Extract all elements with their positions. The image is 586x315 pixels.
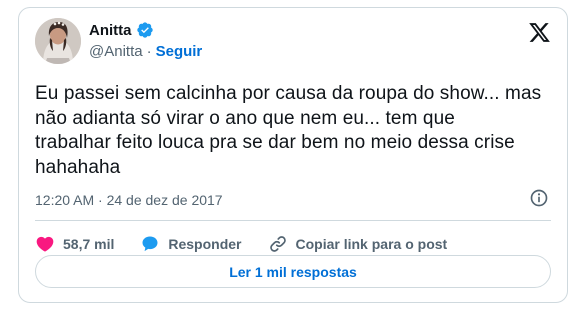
copy-link-button[interactable]: Copiar link para o post [268, 234, 448, 254]
copy-link-label: Copiar link para o post [295, 236, 448, 252]
tweet-text-line: hahahaha [35, 156, 121, 178]
avatar[interactable] [35, 18, 81, 64]
like-button[interactable]: 58,7 mil [35, 234, 114, 254]
reply-button[interactable]: Responder [140, 234, 242, 254]
tweet-text-line: não adianta só virar o ano que nem eu...… [35, 107, 455, 129]
tweet-text-line: Eu passei sem calcinha por causa da roup… [35, 83, 542, 104]
tweet-timestamp[interactable]: 12:20 AM · 24 de dez de 2017 [35, 192, 223, 208]
verified-badge-icon [136, 21, 154, 39]
handle-separator: · [146, 43, 152, 60]
tweet-text-line: trabalhar feito louca pra se dar bem no … [35, 132, 515, 153]
tweet-text: Eu passei sem calcinha por causa da roup… [35, 82, 555, 180]
author-name-row: Anitta [89, 21, 154, 39]
author-handle[interactable]: @Anitta [89, 43, 143, 60]
info-icon[interactable] [529, 188, 549, 208]
reply-label: Responder [168, 236, 242, 252]
tweet-card: Anitta @Anitta · Seguir Eu passei sem ca… [18, 7, 568, 303]
heart-icon [35, 234, 55, 254]
divider [35, 220, 551, 221]
x-logo-icon[interactable] [528, 21, 551, 44]
read-replies-button[interactable]: Ler 1 mil respostas [35, 255, 551, 288]
link-icon [268, 234, 288, 254]
speech-bubble-icon [140, 234, 160, 254]
follow-button[interactable]: Seguir [156, 43, 203, 60]
author-display-name[interactable]: Anitta [89, 22, 132, 39]
likes-count: 58,7 mil [63, 236, 115, 252]
author-handle-row: @Anitta · Seguir [89, 43, 202, 60]
